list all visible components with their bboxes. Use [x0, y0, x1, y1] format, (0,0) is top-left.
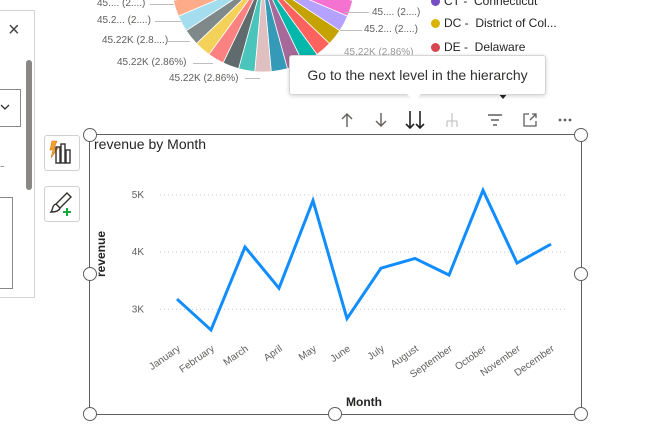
data-point[interactable] — [547, 240, 555, 248]
pie-data-label: 45.2... (2....) — [364, 24, 418, 35]
data-point[interactable] — [445, 271, 453, 279]
x-tick-label: July — [366, 343, 387, 362]
pie-data-label: 45.22K (2.86%) — [169, 73, 239, 84]
y-tick-label: 5K — [132, 190, 145, 201]
pie-data-label: 45.... (2....) — [97, 0, 146, 9]
build-visual-button[interactable] — [44, 135, 80, 171]
pie-leader-line — [193, 63, 213, 64]
data-point[interactable] — [207, 326, 215, 334]
pie-data-label: 45.2... (2....) — [97, 15, 151, 26]
pie-leader-line — [345, 12, 369, 13]
x-tick-label: January — [147, 343, 182, 372]
pie-leader-line — [155, 21, 181, 22]
legend-color-dot — [431, 18, 440, 28]
pie-leader-line — [245, 78, 260, 79]
data-point[interactable] — [275, 284, 283, 292]
drill-up-icon[interactable] — [335, 108, 359, 132]
data-point[interactable] — [241, 243, 249, 251]
x-tick-label: June — [329, 343, 353, 365]
x-tick-label: March — [222, 343, 251, 368]
tooltip-arrow — [405, 92, 423, 101]
scroll-indicator[interactable] — [0, 166, 4, 168]
data-point[interactable] — [479, 186, 487, 194]
drill-down-icon[interactable] — [369, 108, 393, 132]
legend-name: District of Col... — [475, 16, 557, 30]
pie-leader-line — [150, 4, 174, 5]
x-tick-label: April — [262, 343, 285, 363]
chevron-down-icon — [0, 104, 10, 110]
legend-name: Delaware — [474, 40, 526, 54]
legend-color-dot — [431, 0, 440, 6]
pie-leader-line — [168, 41, 190, 42]
x-tick-label: May — [297, 343, 319, 363]
more-options-icon[interactable] — [553, 108, 577, 132]
legend-code: DC — [444, 16, 462, 30]
text-area-field[interactable] — [0, 197, 13, 289]
y-axis-label: revenue — [94, 231, 108, 277]
build-visual-icon — [49, 140, 71, 164]
y-tick-label: 4K — [132, 247, 145, 258]
legend-item-dc[interactable]: DC - District of Col... — [431, 16, 557, 30]
data-point[interactable] — [411, 254, 419, 262]
resize-handle-top-right[interactable] — [574, 128, 588, 142]
y-tick-label: 3K — [132, 304, 145, 315]
pie-data-label: 45.... (2....) — [372, 7, 421, 18]
expand-next-level-icon[interactable] — [403, 108, 427, 132]
dropdown-field[interactable] — [0, 89, 21, 127]
legend-item-de[interactable]: DE - Delaware — [431, 40, 525, 54]
data-point[interactable] — [173, 295, 181, 303]
focus-mode-icon[interactable] — [518, 108, 542, 132]
legend-code: DE — [444, 40, 461, 54]
data-point[interactable] — [377, 264, 385, 272]
chart-title: revenue by Month — [94, 136, 207, 152]
expand-all-icon[interactable] — [440, 108, 464, 132]
data-point[interactable] — [343, 315, 351, 323]
pie-leader-line — [340, 30, 362, 31]
filter-icon[interactable] — [483, 108, 507, 132]
line-chart[interactable]: 3K 4K 5K JanuaryFebruary March April May June J… — [90, 160, 578, 412]
pane-scrollbar[interactable] — [26, 60, 32, 190]
x-tick-label: February — [178, 343, 217, 375]
data-point[interactable] — [513, 259, 521, 267]
legend-color-dot — [431, 42, 440, 52]
data-point[interactable] — [309, 197, 317, 205]
tooltip-text: Go to the next level in the hierarchy — [307, 67, 528, 83]
pie-data-label: 45.22K (2.86%) — [117, 57, 187, 68]
legend-code: CT — [444, 0, 460, 8]
format-paintbrush-icon — [49, 192, 72, 216]
legend-item-ct[interactable]: CT - Connecticut — [431, 0, 537, 8]
close-icon[interactable]: × — [8, 19, 20, 42]
drill-tooltip: Go to the next level in the hierarchy — [289, 55, 546, 95]
x-axis-label: Month — [346, 395, 382, 409]
format-visual-button[interactable] — [44, 186, 80, 222]
legend-name: Connecticut — [474, 0, 538, 8]
pie-data-label: 45.22K (2.8....) — [102, 35, 169, 46]
